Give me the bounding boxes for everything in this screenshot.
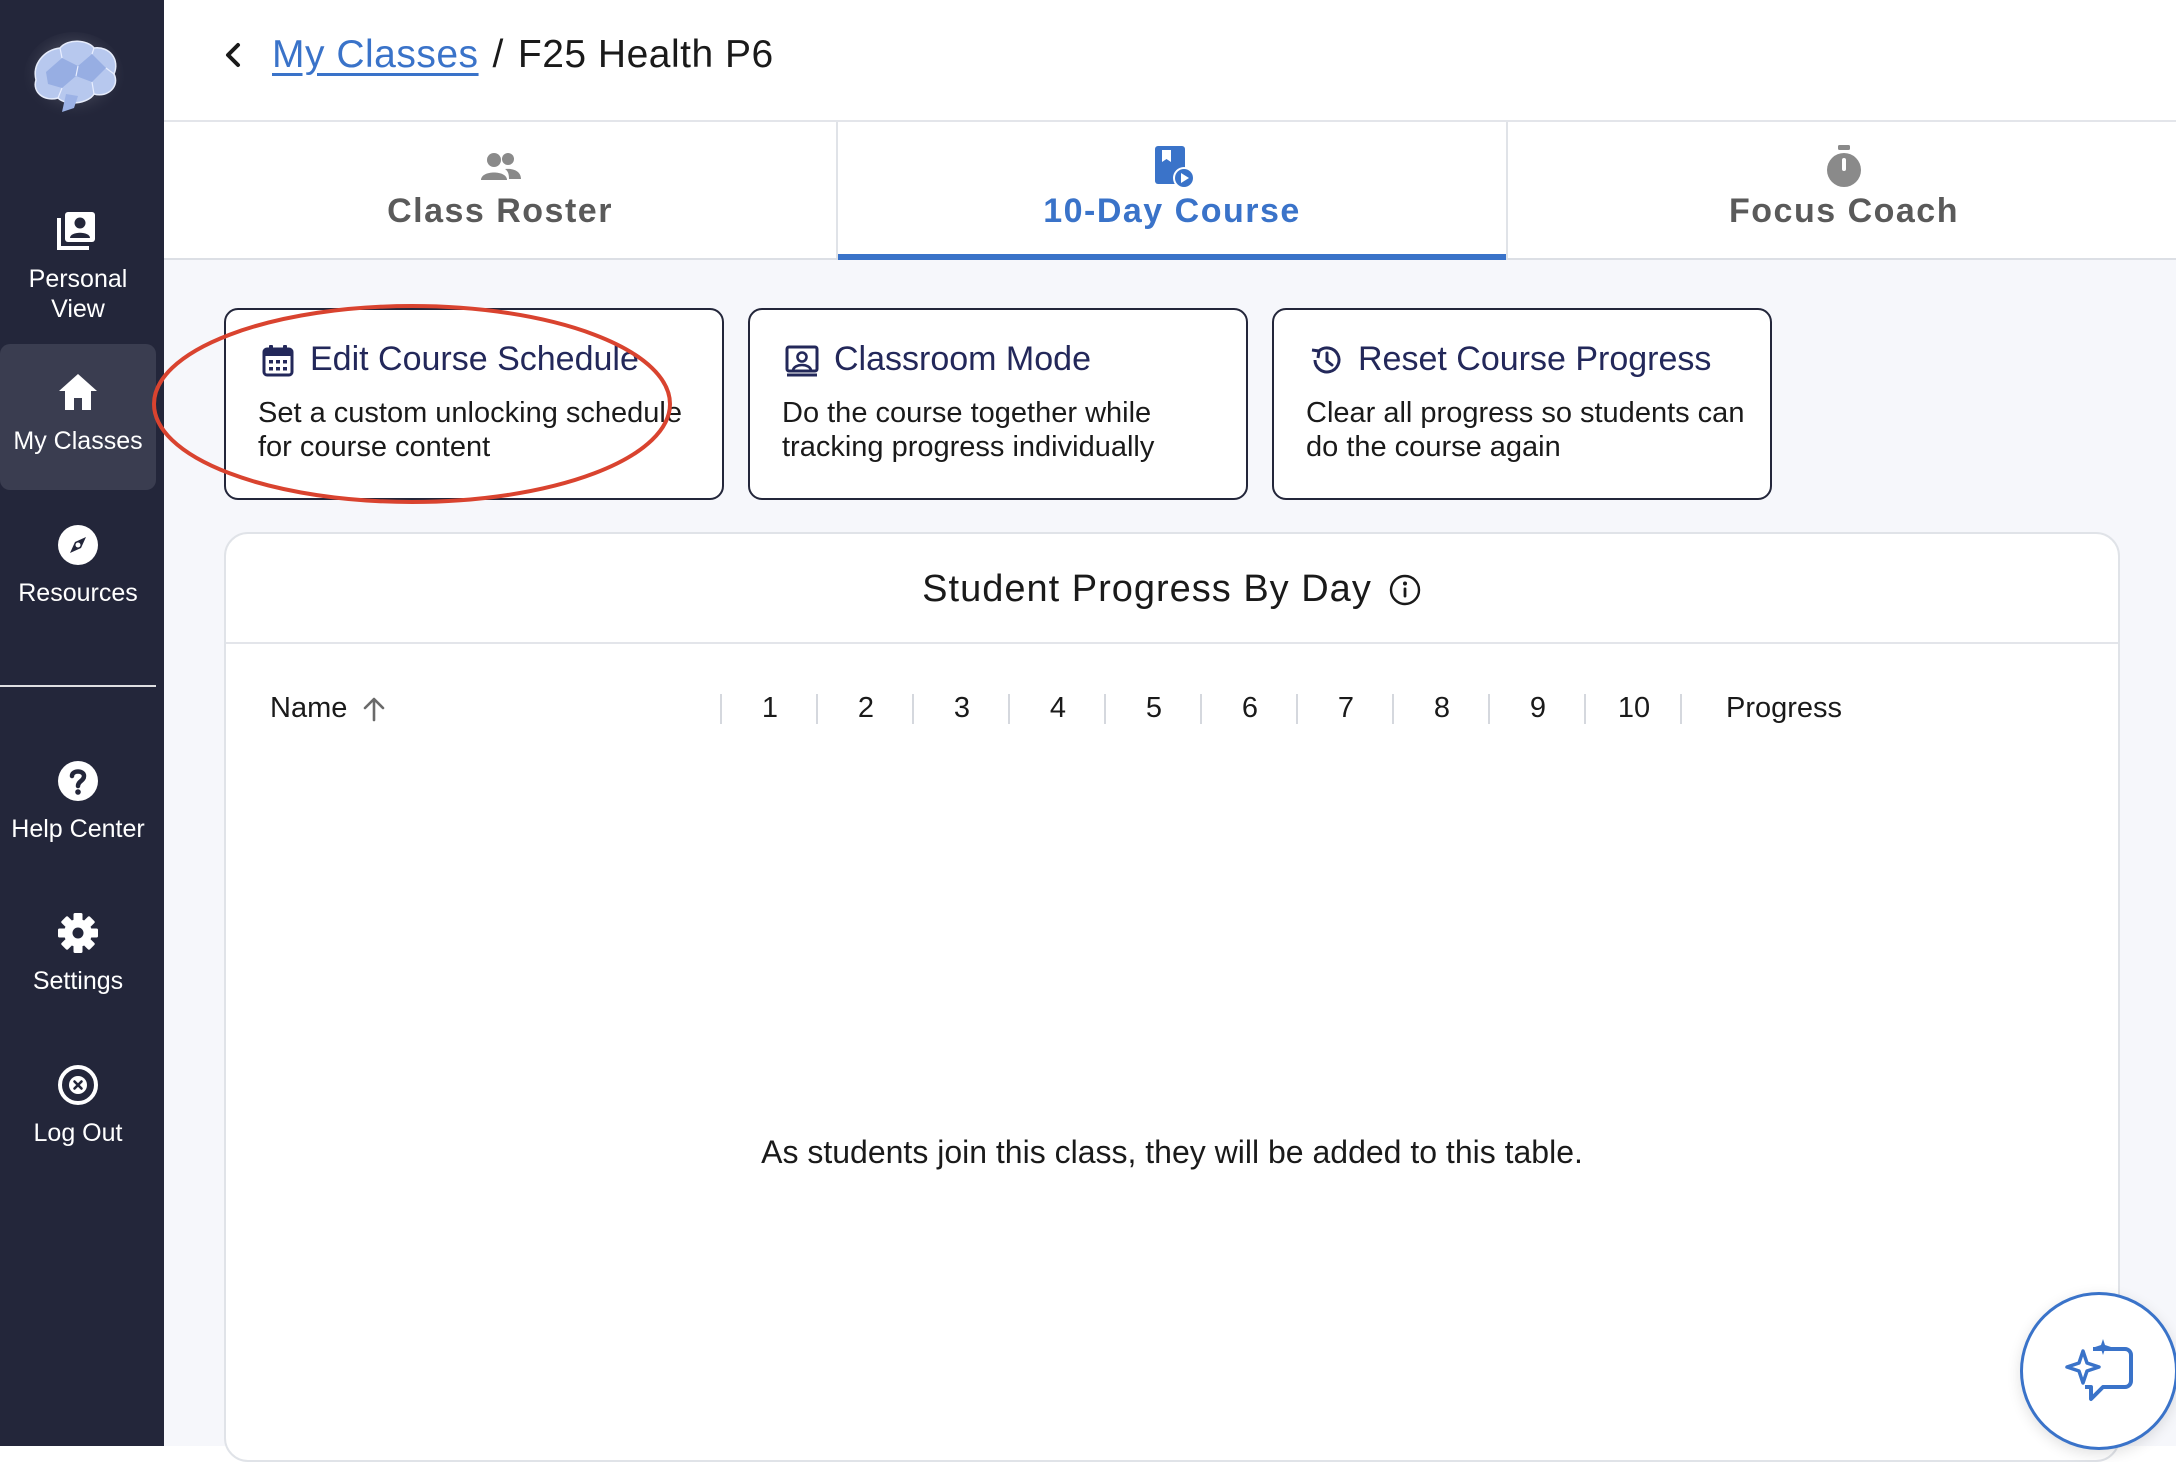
sidebar-item-help-center[interactable]: Help Center	[0, 758, 156, 844]
day-column-header: 3	[953, 692, 971, 724]
column-separator	[1584, 694, 1586, 724]
student-progress-panel: Student Progress By Day Name 1 2 3 4 5 6…	[224, 532, 2120, 1462]
card-title: Edit Course Schedule	[260, 340, 639, 379]
presenter-icon	[785, 345, 819, 376]
day-column-header: 7	[1337, 692, 1355, 724]
day-column-header: 2	[857, 692, 875, 724]
card-title: Reset Course Progress	[1308, 340, 1711, 379]
stopwatch-icon	[1827, 145, 1861, 187]
panel-title: Student Progress By Day	[922, 568, 1422, 611]
classroom-mode-card[interactable]: Classroom Mode Do the course together wh…	[748, 308, 1248, 500]
course-play-icon	[1155, 146, 1195, 189]
tab-bar: Class Roster 10-Day Course Focus Coach	[164, 122, 2176, 260]
tab-class-roster[interactable]: Class Roster	[164, 122, 836, 258]
column-separator	[1680, 694, 1682, 724]
sidebar-item-label: Resources	[18, 579, 138, 607]
page-title: F25 Health P6	[517, 33, 774, 76]
people-icon	[481, 153, 521, 180]
day-column-header: 1	[761, 692, 779, 724]
page-header: My Classes / F25 Health P6	[164, 0, 2176, 122]
tab-label: Class Roster	[387, 192, 613, 230]
sidebar-item-personal-view[interactable]: Personal View	[0, 200, 156, 332]
column-header-label: Name	[270, 692, 348, 724]
tab-10-day-course[interactable]: 10-Day Course	[836, 122, 1508, 260]
close-circle-icon	[58, 1065, 98, 1105]
column-separator	[1008, 694, 1010, 724]
sidebar: Personal View My Classes Resources Help …	[0, 0, 164, 1446]
progress-column-header: Progress	[1726, 692, 1843, 724]
day-column-header: 8	[1433, 692, 1451, 724]
day-column-header: 6	[1241, 692, 1259, 724]
ai-assistant-button[interactable]	[2020, 1292, 2176, 1450]
panel-header: Student Progress By Day	[226, 534, 2118, 644]
sidebar-item-settings[interactable]: Settings	[0, 910, 156, 996]
card-title-text: Reset Course Progress	[1358, 340, 1712, 378]
sidebar-item-label: Log Out	[33, 1119, 123, 1147]
breadcrumb-link-my-classes[interactable]: My Classes	[272, 33, 479, 76]
ai-chat-sparkle-icon	[2065, 1339, 2133, 1401]
breadcrumb: My Classes / F25 Health P6	[272, 30, 774, 80]
help-icon	[58, 761, 98, 801]
day-column-header: 10	[1617, 692, 1651, 724]
main-content: Edit Course Schedule Set a custom unlock…	[152, 260, 2176, 1462]
sidebar-item-my-classes[interactable]: My Classes	[0, 344, 156, 490]
panel-title-text: Student Progress By Day	[922, 568, 1372, 610]
sidebar-divider	[0, 685, 156, 687]
tab-label: 10-Day Course	[1043, 192, 1301, 230]
card-title-text: Classroom Mode	[834, 340, 1091, 378]
reset-course-progress-card[interactable]: Reset Course Progress Clear all progress…	[1272, 308, 1772, 500]
column-separator	[720, 694, 722, 724]
card-title-text: Edit Course Schedule	[310, 340, 639, 378]
compass-icon	[58, 525, 98, 565]
home-icon	[59, 374, 97, 410]
card-description: Clear all progress so students can do th…	[1306, 397, 1745, 463]
column-separator	[1296, 694, 1298, 724]
calendar-icon	[262, 344, 294, 376]
sidebar-item-label: Help Center	[11, 815, 145, 843]
sidebar-item-label: My Classes	[13, 427, 143, 455]
sidebar-item-resources[interactable]: Resources	[0, 522, 156, 608]
gear-icon	[58, 913, 98, 953]
column-separator	[1104, 694, 1106, 724]
breadcrumb-separator: /	[492, 33, 504, 76]
tab-label: Focus Coach	[1729, 192, 1959, 230]
day-column-header: 4	[1049, 692, 1067, 724]
sidebar-item-log-out[interactable]: Log Out	[0, 1062, 156, 1148]
empty-table-message: As students join this class, they will b…	[761, 1134, 1583, 1170]
personal-view-icon	[57, 212, 95, 250]
sidebar-item-label: View	[51, 295, 105, 323]
edit-course-schedule-card[interactable]: Edit Course Schedule Set a custom unlock…	[224, 308, 724, 500]
card-description: Do the course together while tracking pr…	[782, 397, 1155, 463]
chevron-left-icon[interactable]	[220, 38, 246, 72]
column-separator	[1200, 694, 1202, 724]
column-separator	[1392, 694, 1394, 724]
arrow-up-icon	[364, 697, 385, 721]
column-separator	[1488, 694, 1490, 724]
day-column-header: 9	[1529, 692, 1547, 724]
name-column-header[interactable]: Name	[270, 692, 389, 725]
info-icon[interactable]	[1388, 573, 1422, 607]
tab-focus-coach[interactable]: Focus Coach	[1508, 122, 2176, 258]
history-icon	[1311, 345, 1341, 373]
column-separator	[912, 694, 914, 724]
column-separator	[816, 694, 818, 724]
brain-logo-icon[interactable]	[22, 28, 126, 124]
card-title: Classroom Mode	[784, 340, 1091, 379]
card-description: Set a custom unlocking schedule for cour…	[258, 397, 682, 463]
sidebar-item-label: Settings	[32, 967, 124, 995]
sidebar-item-label: Personal	[28, 265, 128, 293]
day-column-header: 5	[1145, 692, 1163, 724]
